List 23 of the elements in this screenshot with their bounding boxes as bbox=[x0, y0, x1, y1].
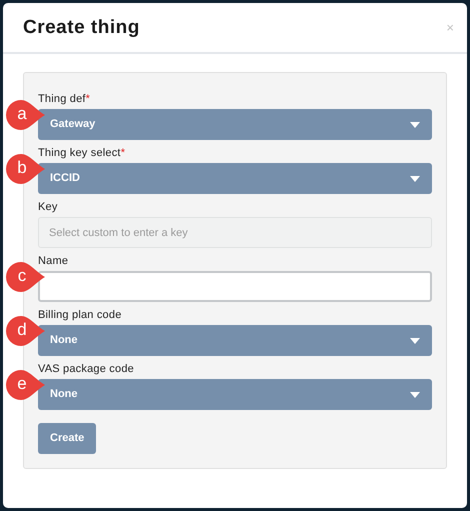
caret-icon bbox=[410, 176, 420, 182]
caret-icon bbox=[410, 392, 420, 398]
create-button[interactable]: Create bbox=[38, 423, 96, 454]
text-field[interactable] bbox=[38, 271, 432, 302]
callout-letter: d bbox=[16, 320, 28, 340]
dropdown[interactable]: Gateway bbox=[38, 109, 432, 140]
field-label: Billing plan code bbox=[38, 308, 123, 322]
dropdown[interactable]: ICCID bbox=[38, 163, 432, 194]
dropdown[interactable]: None bbox=[38, 379, 432, 410]
field-label: Key bbox=[38, 200, 59, 214]
caret-icon bbox=[410, 122, 420, 128]
dialog-title: Create thing bbox=[23, 16, 140, 40]
dropdown[interactable]: None bbox=[38, 325, 432, 356]
callout-letter: a bbox=[16, 104, 28, 124]
callout-letter: b bbox=[16, 158, 28, 178]
field-label: Thing def* bbox=[38, 92, 92, 106]
close-button[interactable]: × bbox=[446, 21, 454, 34]
callout-letter: c bbox=[16, 266, 28, 286]
field-label: VAS package code bbox=[38, 362, 135, 376]
caret-icon bbox=[410, 338, 420, 344]
callout-letter: e bbox=[16, 374, 28, 394]
field-label: Name bbox=[38, 254, 70, 268]
field-label: Thing key select* bbox=[38, 146, 126, 160]
